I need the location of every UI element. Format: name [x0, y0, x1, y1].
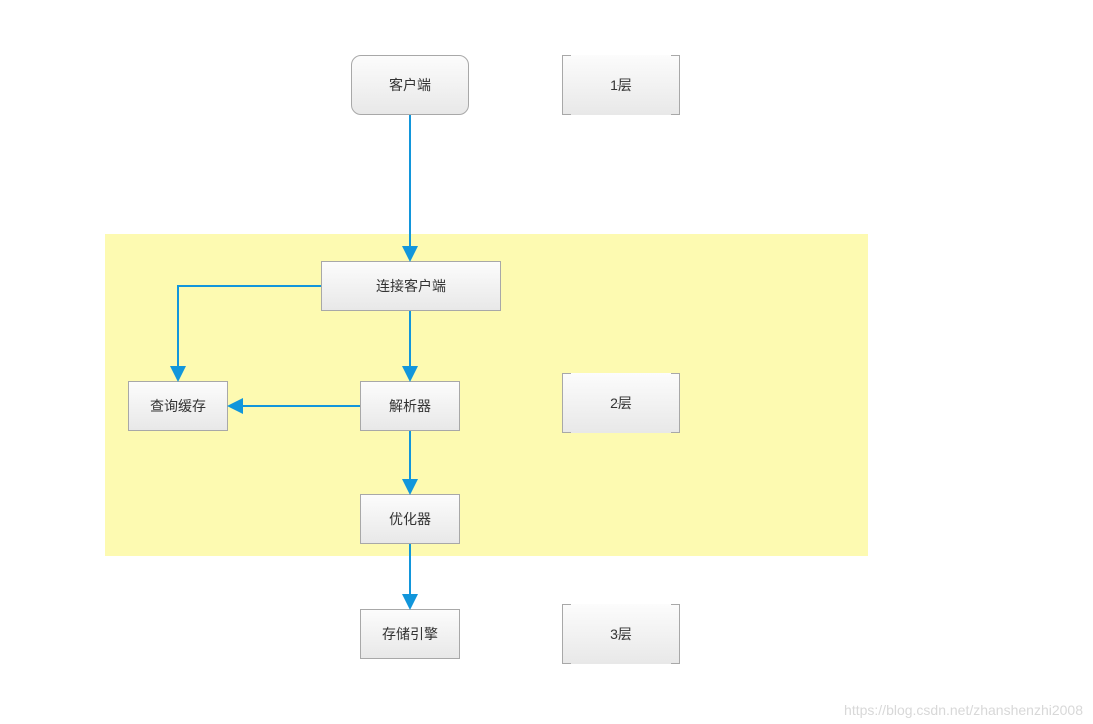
- node-optimizer: 优化器: [360, 494, 460, 544]
- layer1-label: 1层: [610, 75, 632, 95]
- watermark-text: https://blog.csdn.net/zhanshenzhi2008: [844, 702, 1083, 718]
- node-client-label: 客户端: [389, 75, 431, 95]
- node-connect-client: 连接客户端: [321, 261, 501, 311]
- node-optimizer-label: 优化器: [389, 509, 431, 529]
- node-storage-engine-label: 存储引擎: [382, 624, 438, 644]
- node-query-cache: 查询缓存: [128, 381, 228, 431]
- node-parser-label: 解析器: [389, 396, 431, 416]
- layer3-label: 3层: [610, 624, 632, 644]
- layer2-label-box: 2层: [562, 373, 680, 433]
- layer3-label-box: 3层: [562, 604, 680, 664]
- node-query-cache-label: 查询缓存: [150, 396, 206, 416]
- node-client: 客户端: [351, 55, 469, 115]
- node-parser: 解析器: [360, 381, 460, 431]
- layer2-label: 2层: [610, 393, 632, 413]
- node-connect-client-label: 连接客户端: [376, 276, 446, 296]
- node-storage-engine: 存储引擎: [360, 609, 460, 659]
- layer1-label-box: 1层: [562, 55, 680, 115]
